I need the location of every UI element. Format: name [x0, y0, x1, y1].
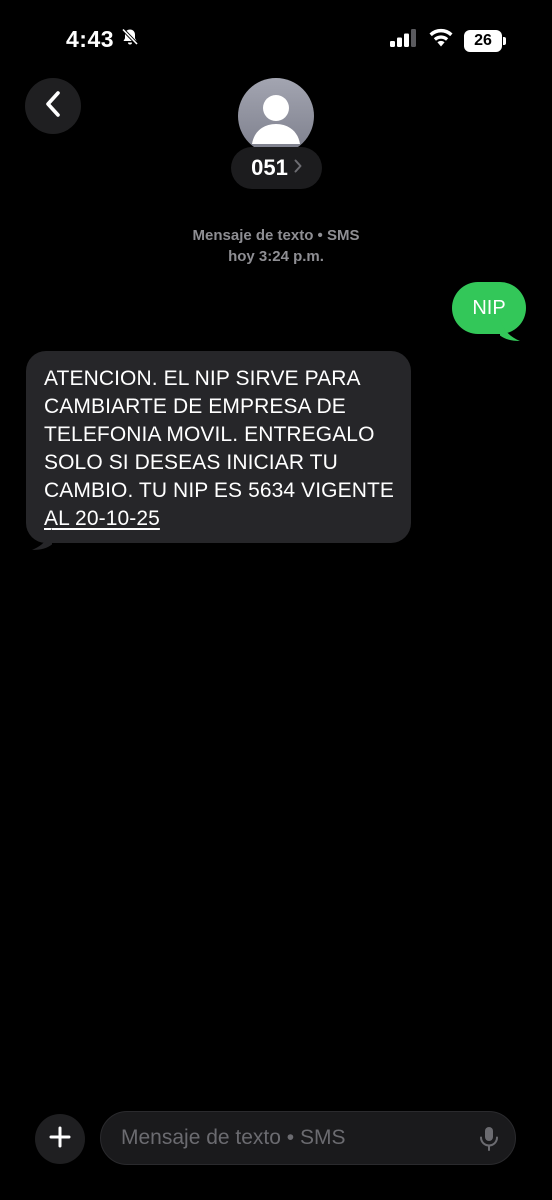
add-attachment-button[interactable] — [35, 1114, 85, 1164]
contact-avatar[interactable] — [238, 78, 314, 154]
status-icons: 26 — [390, 28, 506, 53]
incoming-message-text: ATENCION. EL NIP SIRVE PARA CAMBIARTE DE… — [44, 365, 395, 533]
bell-slash-icon — [120, 26, 140, 53]
message-timestamp: hoy 3:24 p.m. — [228, 248, 324, 265]
thread-meta: Mensaje de texto • SMS hoy 3:24 p.m. — [0, 225, 552, 267]
plus-icon — [49, 1126, 71, 1153]
chevron-left-icon — [43, 90, 63, 123]
battery-icon: 26 — [464, 29, 506, 52]
microphone-icon[interactable] — [478, 1126, 500, 1152]
wifi-icon — [428, 28, 454, 53]
battery-level: 26 — [474, 31, 492, 49]
chevron-right-icon — [294, 159, 302, 178]
contact-name-button[interactable]: 051 — [231, 147, 322, 189]
outgoing-bubble-tail — [500, 318, 520, 341]
incoming-message-bubble[interactable]: ATENCION. EL NIP SIRVE PARA CAMBIARTE DE… — [26, 351, 411, 543]
signal-icon — [390, 29, 418, 52]
message-input[interactable] — [100, 1111, 516, 1165]
date-link[interactable]: AL 20-10-25 — [44, 507, 160, 530]
status-time: 4:43 — [66, 26, 115, 52]
status-bar: 4:43 26 — [0, 0, 552, 80]
contact-name: 051 — [251, 155, 288, 180]
outgoing-message-text: NIP — [472, 296, 506, 319]
incoming-message-body: ATENCION. EL NIP SIRVE PARA CAMBIARTE DE… — [44, 367, 395, 502]
status-time-group: 4:43 — [66, 26, 140, 53]
back-button[interactable] — [25, 78, 81, 134]
service-label: Mensaje de texto • SMS — [192, 227, 360, 244]
incoming-bubble-tail — [32, 527, 52, 550]
compose-bar — [0, 1100, 552, 1180]
